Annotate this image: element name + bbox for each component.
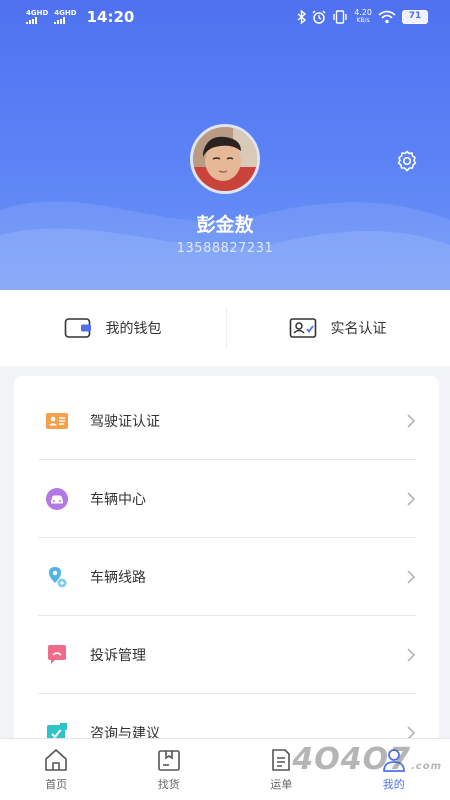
- clock: 14:20: [86, 8, 135, 26]
- tab-label: 我的: [382, 778, 405, 791]
- menu-item-license[interactable]: 驾驶证认证: [38, 382, 416, 460]
- route-icon: [46, 566, 68, 588]
- menu-item-complaint[interactable]: 投诉管理: [38, 616, 416, 694]
- tab-find-goods[interactable]: 找货: [113, 739, 226, 800]
- user-phone: 13588827231: [176, 241, 274, 256]
- profile-header: 4GHD 4GHD 14:20 4.20 KB/s 71 彭金敖 1358882…: [0, 0, 450, 290]
- quick-actions: 我的钱包 实名认证: [0, 290, 450, 366]
- tab-label: 运单: [270, 778, 293, 791]
- real-name-auth-label: 实名认证: [330, 321, 387, 337]
- alarm-icon: [312, 10, 326, 24]
- waybill-icon: [272, 749, 291, 771]
- menu-label: 车辆中心: [90, 491, 146, 508]
- wallet-button[interactable]: 我的钱包: [0, 290, 225, 366]
- tab-label: 找货: [157, 778, 180, 791]
- signal-icon: 4GHD: [26, 10, 48, 24]
- menu-label: 驾驶证认证: [90, 413, 160, 430]
- chevron-right-icon: [407, 491, 416, 506]
- complaint-icon: [46, 644, 68, 666]
- settings-icon[interactable]: [395, 149, 419, 173]
- chevron-right-icon: [407, 413, 416, 428]
- vibrate-icon: [333, 10, 347, 24]
- bluetooth-icon: [297, 10, 307, 24]
- menu-label: 车辆线路: [90, 569, 146, 586]
- goods-icon: [157, 750, 180, 771]
- status-bar: 4GHD 4GHD 14:20 4.20 KB/s 71: [0, 0, 450, 36]
- id-card-icon: [289, 318, 316, 338]
- menu-label: 投诉管理: [90, 647, 146, 664]
- menu-card: 驾驶证认证 车辆中心 车辆线路 投诉管理 咨询与建议: [14, 376, 439, 756]
- signal-icon: 4GHD: [54, 10, 77, 24]
- network-speed: 4.20 KB/s: [354, 8, 372, 25]
- chevron-right-icon: [407, 569, 416, 584]
- license-icon: [46, 410, 68, 432]
- chevron-right-icon: [407, 647, 416, 662]
- menu-item-vehicle-route[interactable]: 车辆线路: [38, 538, 416, 616]
- wallet-label: 我的钱包: [105, 321, 162, 337]
- menu-item-vehicle-center[interactable]: 车辆中心: [38, 460, 416, 538]
- divider: [226, 308, 227, 348]
- wifi-icon: [378, 10, 396, 24]
- avatar[interactable]: [190, 124, 260, 194]
- user-name: 彭金敖: [196, 214, 254, 236]
- car-icon: [46, 487, 68, 510]
- real-name-auth-button[interactable]: 实名认证: [225, 290, 450, 366]
- watermark: 4O4O7.com: [292, 742, 442, 777]
- battery-icon: 71: [402, 10, 428, 24]
- tab-home[interactable]: 首页: [0, 739, 113, 800]
- tab-label: 首页: [45, 778, 68, 791]
- wallet-icon: [64, 318, 91, 338]
- home-icon: [45, 749, 68, 771]
- avatar-photo: [193, 127, 257, 191]
